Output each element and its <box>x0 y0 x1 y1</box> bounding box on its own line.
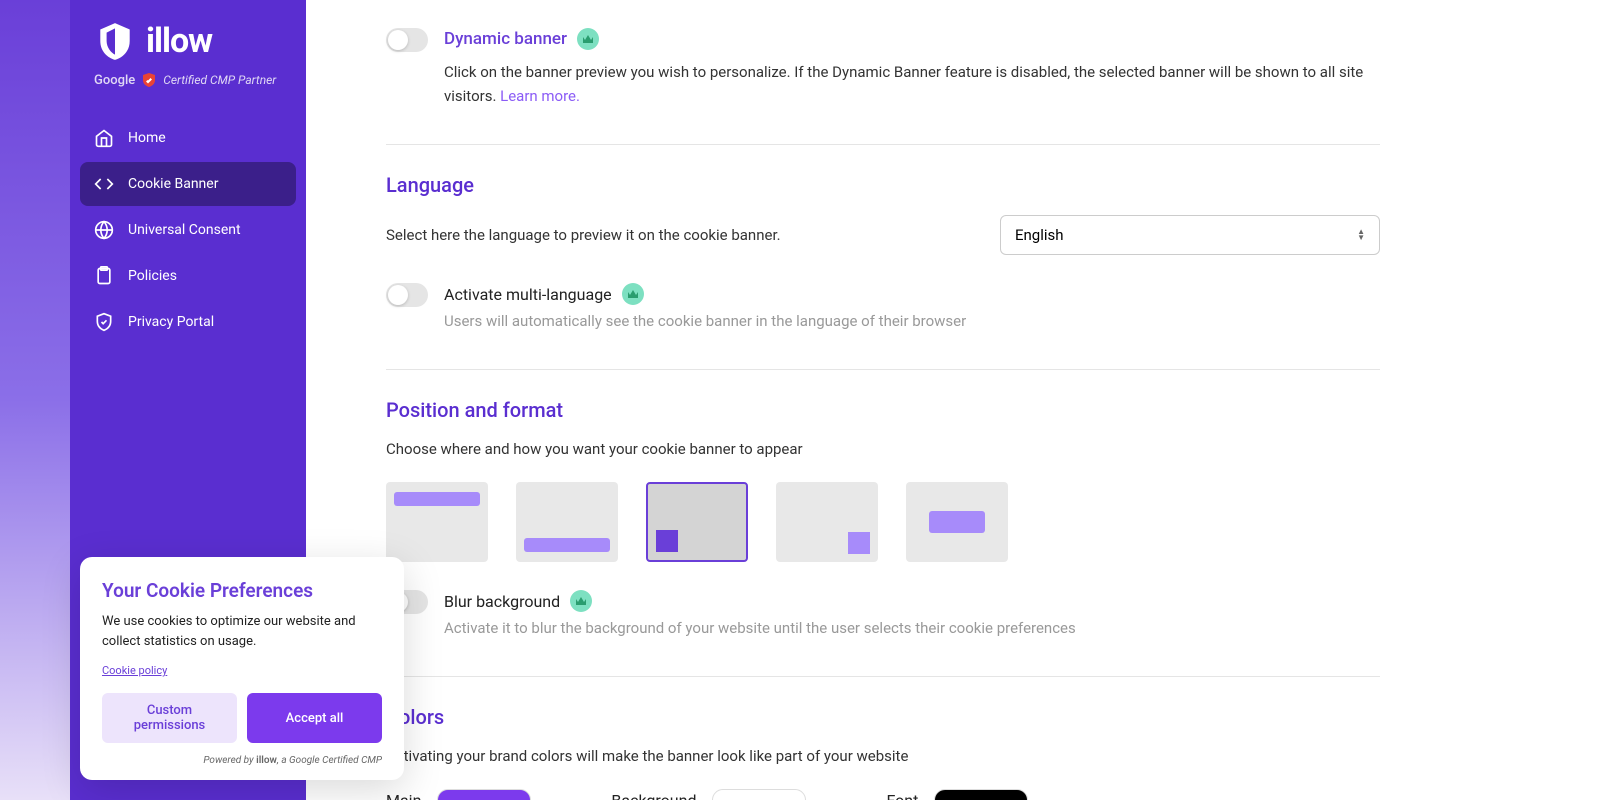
font-color-swatch[interactable] <box>934 789 1028 800</box>
position-top-full[interactable] <box>386 482 488 562</box>
position-options <box>386 482 1380 562</box>
multi-language-toggle[interactable] <box>386 283 428 307</box>
nav-label: Home <box>128 130 166 146</box>
language-sub: Select here the language to preview it o… <box>386 226 781 244</box>
nav-privacy-portal[interactable]: Privacy Portal <box>80 300 296 344</box>
crown-icon <box>570 590 592 612</box>
shield-check-icon <box>94 312 114 332</box>
clipboard-icon <box>94 266 114 286</box>
crown-icon <box>622 283 644 305</box>
cookie-preferences-modal: Your Cookie Preferences We use cookies t… <box>80 557 404 780</box>
custom-permissions-button[interactable]: Custom permissions <box>102 693 237 743</box>
main-color-swatch[interactable] <box>437 789 531 800</box>
position-heading: Position and format <box>386 398 1380 422</box>
nav-policies[interactable]: Policies <box>80 254 296 298</box>
nav-label: Universal Consent <box>128 222 241 238</box>
cookie-modal-footer: Powered by illow, a Google Certified CMP <box>102 755 382 766</box>
language-heading: Language <box>386 173 1380 197</box>
footer-brand: illow <box>256 755 277 766</box>
position-bottom-right[interactable] <box>776 482 878 562</box>
dynamic-banner-section: Dynamic banner Click on the banner previ… <box>386 0 1380 145</box>
nav-universal-consent[interactable]: Universal Consent <box>80 208 296 252</box>
blur-title: Blur background <box>444 590 1380 612</box>
verified-icon <box>141 72 157 88</box>
nav-label: Policies <box>128 268 177 284</box>
main-color-label: Main <box>386 791 421 800</box>
cert-badge: Google Certified CMP Partner <box>70 72 306 88</box>
font-color-label: Font <box>886 791 918 800</box>
colors-sub: Activating your brand colors will make t… <box>386 747 1380 765</box>
dynamic-banner-desc: Click on the banner preview you wish to … <box>444 60 1380 108</box>
title-text: Activate multi-language <box>444 285 612 304</box>
colors-heading: Colors <box>386 705 1380 729</box>
nav-label: Cookie Banner <box>128 176 218 192</box>
dynamic-banner-toggle[interactable] <box>386 28 428 52</box>
position-sub: Choose where and how you want your cooki… <box>386 440 1380 458</box>
bg-color-swatch[interactable] <box>712 789 806 800</box>
title-text: Blur background <box>444 592 560 611</box>
footer-prefix: Powered by <box>203 755 256 766</box>
position-section: Position and format Choose where and how… <box>386 370 1380 677</box>
multi-language-title: Activate multi-language <box>444 283 1380 305</box>
right-spacer <box>1440 0 1600 800</box>
logo[interactable]: illow <box>70 20 306 62</box>
cookie-modal-title: Your Cookie Preferences <box>102 579 382 602</box>
nav: Home Cookie Banner Universal Consent Pol… <box>70 116 306 344</box>
accept-all-button[interactable]: Accept all <box>247 693 382 743</box>
footer-suffix: , a Google Certified CMP <box>277 755 382 766</box>
cookie-policy-link[interactable]: Cookie policy <box>102 664 167 677</box>
code-icon <box>94 174 114 194</box>
bg-color-label: Background <box>611 791 696 800</box>
desc-text: Click on the banner preview you wish to … <box>444 63 1363 105</box>
nav-cookie-banner[interactable]: Cookie Banner <box>80 162 296 206</box>
main-color-item: Main <box>386 789 531 800</box>
multi-language-desc: Users will automatically see the cookie … <box>444 309 1380 333</box>
brand-name: illow <box>146 21 212 61</box>
position-bottom-full[interactable] <box>516 482 618 562</box>
shield-icon <box>94 20 136 62</box>
language-selected: English <box>1015 226 1064 244</box>
chevron-updown-icon: ▲▼ <box>1357 229 1365 241</box>
decorative-left-strip <box>0 0 70 800</box>
home-icon <box>94 128 114 148</box>
font-color-item: Font <box>886 789 1028 800</box>
cookie-modal-desc: We use cookies to optimize our website a… <box>102 612 382 651</box>
title-text: Dynamic banner <box>444 29 567 49</box>
cert-text: Certified CMP Partner <box>163 73 276 87</box>
language-section: Language Select here the language to pre… <box>386 145 1380 370</box>
globe-icon <box>94 220 114 240</box>
nav-label: Privacy Portal <box>128 314 214 330</box>
position-center[interactable] <box>906 482 1008 562</box>
language-select[interactable]: English ▲▼ <box>1000 215 1380 255</box>
position-bottom-left[interactable] <box>646 482 748 562</box>
crown-icon <box>577 28 599 50</box>
colors-section: Colors Activating your brand colors will… <box>386 677 1380 800</box>
blur-desc: Activate it to blur the background of yo… <box>444 616 1380 640</box>
nav-home[interactable]: Home <box>80 116 296 160</box>
dynamic-banner-title: Dynamic banner <box>444 28 1380 50</box>
bg-color-item: Background <box>611 789 806 800</box>
main-content: Dynamic banner Click on the banner previ… <box>306 0 1440 800</box>
learn-more-link[interactable]: Learn more. <box>500 87 580 105</box>
google-logo: Google <box>94 73 135 88</box>
